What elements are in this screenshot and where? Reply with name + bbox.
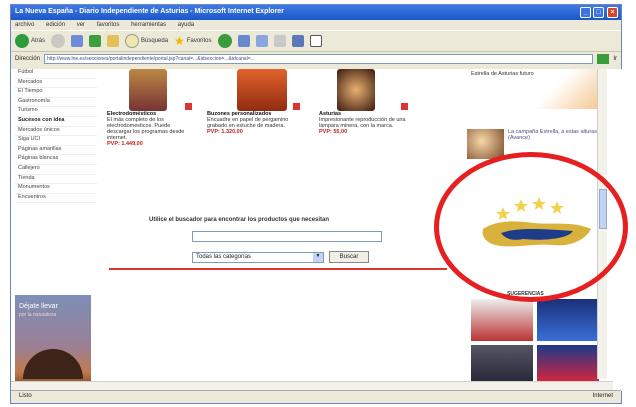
- history-icon[interactable]: [237, 35, 250, 47]
- nav-item-callejero[interactable]: Callejero: [15, 165, 97, 175]
- right-top-title: Estrella de Asturias futuro: [471, 71, 534, 77]
- search-button-label: Búsqueda: [141, 38, 169, 44]
- nav-item-futbol[interactable]: Fútbol: [15, 69, 97, 79]
- search-label: Utilice el buscador para encontrar los p…: [149, 217, 330, 223]
- mail-icon[interactable]: [255, 35, 268, 47]
- menu-item-edicion[interactable]: edición: [46, 22, 65, 28]
- nav-item-turismo[interactable]: Turismo: [15, 107, 97, 117]
- promo-subtitle: por la naturaleza: [19, 312, 57, 318]
- nav-item-tiempo[interactable]: El Tiempo: [15, 88, 97, 98]
- forward-button[interactable]: [51, 34, 66, 48]
- promo-banner[interactable]: Déjate llevar por la naturaleza: [15, 295, 91, 391]
- edit-icon[interactable]: [291, 35, 304, 47]
- menu-item-ver[interactable]: ver: [77, 22, 85, 28]
- refresh-icon[interactable]: [89, 35, 102, 47]
- search-button[interactable]: Búsqueda: [125, 34, 168, 48]
- minimize-button[interactable]: _: [580, 7, 591, 18]
- toolbar: Atrás Búsqueda ★ Favoritos: [11, 30, 621, 52]
- nav-item-gastronomia[interactable]: Gastronomía: [15, 98, 97, 108]
- nav-item-sucesos[interactable]: Sucesos con idea: [15, 117, 97, 127]
- main-column: Electrodomésticos El más completo de los…: [107, 69, 457, 391]
- title-bar: La Nueva España - Diario Independiente d…: [11, 5, 621, 20]
- back-arrow-icon: [15, 34, 29, 48]
- menu-item-ayuda[interactable]: ayuda: [178, 22, 194, 28]
- window-title: La Nueva España - Diario Independiente d…: [15, 8, 284, 15]
- go-icon[interactable]: [597, 53, 610, 64]
- news-image[interactable]: [467, 129, 504, 159]
- product-description: Impresionante reproducción de una lámpar…: [319, 117, 406, 129]
- product-search-input[interactable]: [192, 231, 382, 242]
- product-image[interactable]: [129, 69, 167, 111]
- divider: [109, 268, 447, 270]
- close-button[interactable]: ×: [607, 7, 618, 18]
- nav-item-paginas-amarillas[interactable]: Páginas amarillas: [15, 146, 97, 156]
- product-price: PVP: 55,00: [319, 129, 348, 135]
- right-top-banner[interactable]: Estrella de Asturias futuro: [467, 69, 603, 109]
- search-submit-button[interactable]: Buscar: [329, 251, 369, 263]
- search-icon: [125, 34, 140, 48]
- nav-item-mercados-unicos[interactable]: Mercados únicos: [15, 127, 97, 137]
- product-card[interactable]: Buzones personalizados Encuadre en papel…: [207, 69, 300, 135]
- suggestion-thumb[interactable]: [537, 299, 599, 341]
- menu-bar: archivo edición ver favoritos herramient…: [11, 20, 621, 30]
- category-select[interactable]: Todas las categorías ▼: [192, 252, 324, 263]
- back-button-label: Atrás: [31, 38, 46, 44]
- highlight-circle: [434, 152, 628, 302]
- status-bar: Listo Internet: [11, 390, 621, 403]
- print-icon[interactable]: [273, 35, 286, 47]
- status-text: Listo: [19, 393, 32, 399]
- nav-item-paginas-blancas[interactable]: Páginas blancas: [15, 155, 97, 165]
- promo-title: Déjate llevar: [19, 303, 58, 310]
- cart-icon[interactable]: [293, 103, 300, 110]
- nav-item-encuentros[interactable]: Encuentros: [15, 194, 97, 204]
- chevron-down-icon[interactable]: ▼: [313, 253, 323, 262]
- nav-item-mercados[interactable]: Mercados: [15, 79, 97, 89]
- promo-landscape-image: [23, 349, 83, 379]
- go-label[interactable]: Ir: [613, 56, 617, 62]
- star-icon: ★: [174, 34, 185, 48]
- discuss-icon[interactable]: [309, 35, 322, 47]
- category-select-value: Todas las categorías: [196, 254, 252, 260]
- product-description: El más completo de los electrodomésticos…: [107, 117, 185, 141]
- address-label: Dirección: [15, 55, 41, 62]
- back-button[interactable]: Atrás: [15, 34, 45, 48]
- menu-item-favoritos[interactable]: favoritos: [97, 22, 120, 28]
- suggestions-grid: [471, 299, 599, 387]
- nav-item-monumentos[interactable]: Monumentos: [15, 184, 97, 194]
- product-price: PVP: 1.320,00: [207, 129, 243, 135]
- cart-icon[interactable]: [401, 103, 408, 110]
- favorites-button-label: Favoritos: [186, 38, 212, 44]
- cart-icon[interactable]: [185, 103, 192, 110]
- product-description: Encuadre en papel de pergamino grabado e…: [207, 117, 289, 129]
- suggestion-thumb[interactable]: [471, 299, 533, 341]
- product-price: PVP: 1.449,00: [107, 141, 143, 147]
- favorites-button[interactable]: ★ Favoritos: [174, 34, 211, 48]
- menu-item-archivo[interactable]: archivo: [15, 22, 34, 28]
- product-image[interactable]: [337, 69, 375, 111]
- stop-icon[interactable]: [71, 35, 84, 47]
- product-card[interactable]: Asturias Impresionante reproducción de u…: [319, 69, 409, 135]
- nav-item-tienda[interactable]: Tienda: [15, 175, 97, 185]
- menu-item-herramientas[interactable]: herramientas: [131, 22, 166, 28]
- zone-text: Internet: [592, 393, 613, 399]
- address-input[interactable]: http://www.lne.es/secciones/portalindepe…: [44, 53, 594, 64]
- media-icon[interactable]: [217, 34, 232, 48]
- product-card[interactable]: Electrodomésticos El más completo de los…: [107, 69, 192, 147]
- home-icon[interactable]: [107, 35, 120, 47]
- product-image[interactable]: [237, 69, 287, 111]
- maximize-button[interactable]: □: [593, 7, 604, 18]
- nav-item-siga-uci[interactable]: Siga UCI: [15, 136, 97, 146]
- address-bar: Dirección http://www.lne.es/secciones/po…: [11, 52, 621, 65]
